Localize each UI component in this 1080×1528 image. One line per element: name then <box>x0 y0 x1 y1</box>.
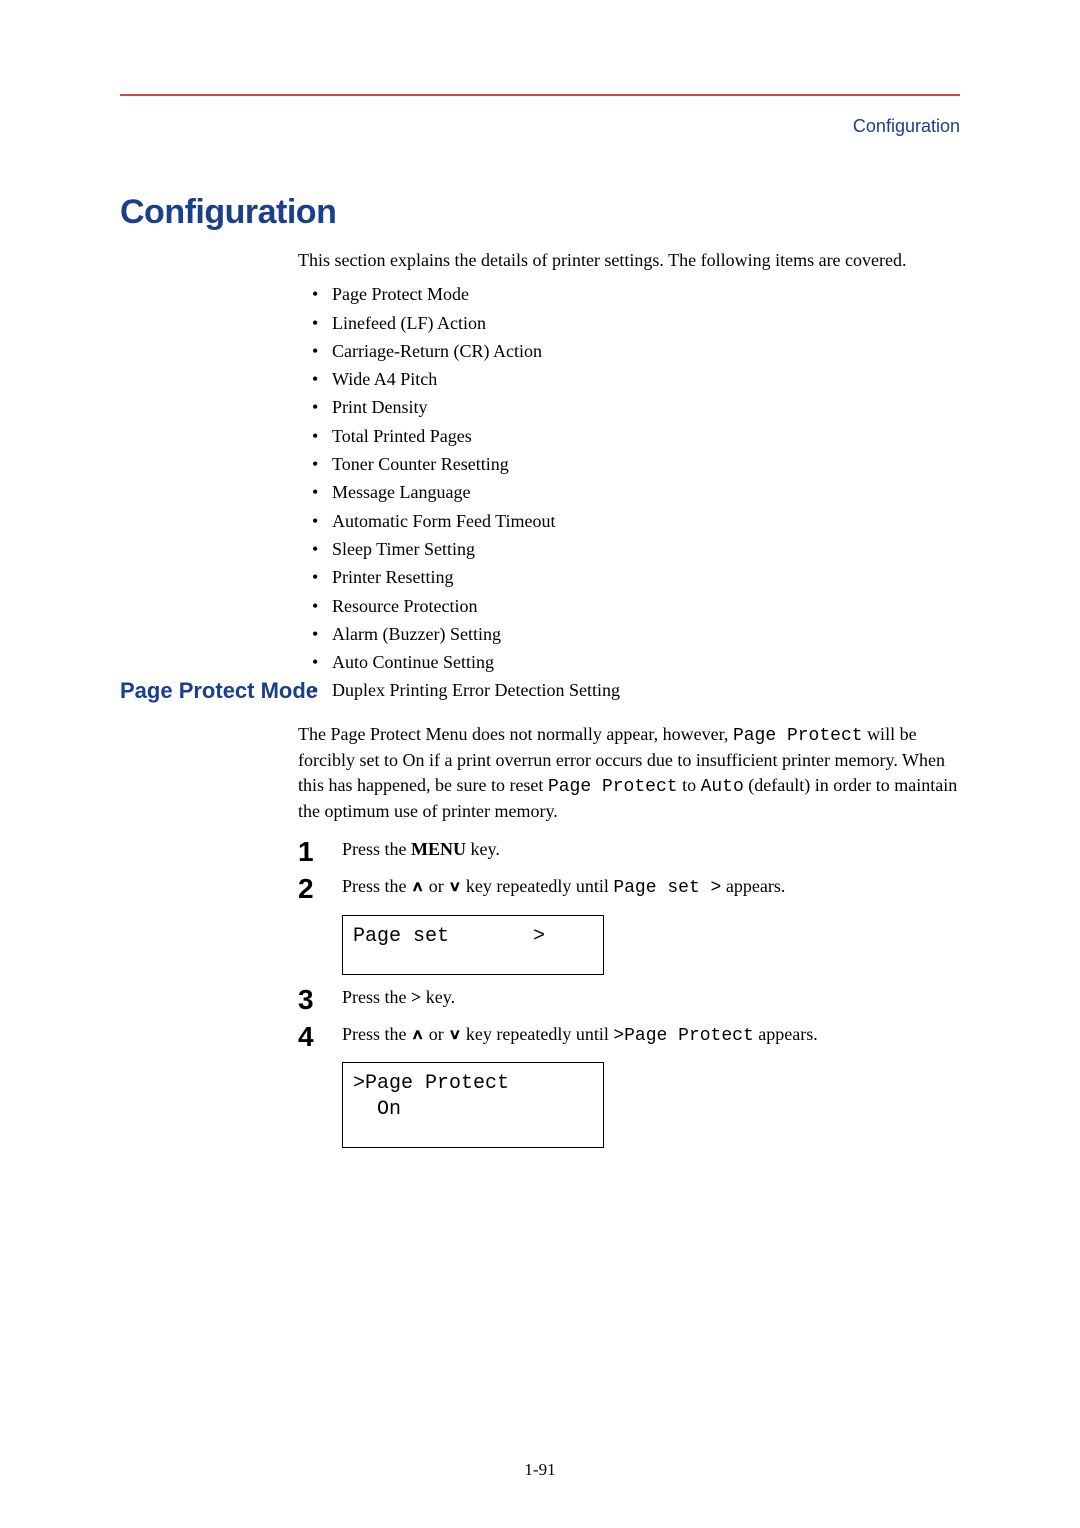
step: 1 Press the MENU key. <box>298 837 960 868</box>
bold-text: MENU <box>411 839 466 859</box>
mono-text: Auto <box>701 777 744 797</box>
step-number: 4 <box>298 1022 342 1053</box>
caret-down-icon: ∨ <box>448 876 461 895</box>
caret-up-icon: ∧ <box>411 876 424 895</box>
text: key repeatedly until <box>461 876 613 896</box>
list-item: Resource Protection <box>298 594 960 618</box>
text: to <box>678 775 701 795</box>
step-number: 2 <box>298 874 342 905</box>
text: key. <box>466 839 500 859</box>
list-item: Total Printed Pages <box>298 424 960 448</box>
list-item: Linefeed (LF) Action <box>298 311 960 335</box>
step-text: Press the ∧ or ∨ key repeatedly until >P… <box>342 1022 960 1048</box>
caret-up-icon: ∧ <box>411 1024 424 1043</box>
list-item: Carriage-Return (CR) Action <box>298 339 960 363</box>
page-number: 1-91 <box>0 1459 1080 1482</box>
page-title: Configuration <box>120 190 336 236</box>
mono-text: Page Protect <box>548 777 678 797</box>
section-body: The Page Protect Menu does not normally … <box>298 722 960 1158</box>
text: Press the <box>342 987 411 1007</box>
list-item: Duplex Printing Error Detection Setting <box>298 678 960 702</box>
mono-text: Page set > <box>613 878 721 898</box>
list-item: Automatic Form Feed Timeout <box>298 509 960 533</box>
text: key repeatedly until <box>461 1024 613 1044</box>
step-number: 1 <box>298 837 342 868</box>
step: 4 Press the ∧ or ∨ key repeatedly until … <box>298 1022 960 1053</box>
step-text: Press the ∧ or ∨ key repeatedly until Pa… <box>342 874 960 900</box>
list-item: Message Language <box>298 480 960 504</box>
running-head: Configuration <box>853 114 960 138</box>
list-item: Sleep Timer Setting <box>298 537 960 561</box>
list-item: Page Protect Mode <box>298 282 960 306</box>
step-text: Press the MENU key. <box>342 837 960 861</box>
caret-down-icon: ∨ <box>448 1024 461 1043</box>
text: Press the <box>342 1024 411 1044</box>
section-heading: Page Protect Mode <box>120 676 318 706</box>
lcd-display: >Page Protect On <box>342 1062 604 1148</box>
text: appears. <box>754 1024 818 1044</box>
section-paragraph: The Page Protect Menu does not normally … <box>298 722 960 823</box>
mono-text: Page Protect <box>733 726 863 746</box>
step: 2 Press the ∧ or ∨ key repeatedly until … <box>298 874 960 905</box>
header-rule <box>120 94 960 96</box>
steps: 1 Press the MENU key. 2 Press the ∧ or ∨… <box>298 837 960 1148</box>
bold-text: > <box>411 987 421 1007</box>
text: Press the <box>342 839 411 859</box>
topics-list: Page Protect Mode Linefeed (LF) Action C… <box>298 282 960 702</box>
list-item: Toner Counter Resetting <box>298 452 960 476</box>
text: appears. <box>721 876 785 896</box>
list-item: Printer Resetting <box>298 565 960 589</box>
step: 3 Press the > key. <box>298 985 960 1016</box>
text: The Page Protect Menu does not normally … <box>298 724 733 744</box>
text: key. <box>421 987 455 1007</box>
text: Press the <box>342 876 411 896</box>
text: or <box>424 876 448 896</box>
mono-text: >Page Protect <box>613 1026 753 1046</box>
step-number: 3 <box>298 985 342 1016</box>
list-item: Wide A4 Pitch <box>298 367 960 391</box>
intro-column: This section explains the details of pri… <box>298 248 960 707</box>
lcd-display: Page set > <box>342 915 604 975</box>
list-item: Alarm (Buzzer) Setting <box>298 622 960 646</box>
step-text: Press the > key. <box>342 985 960 1009</box>
list-item: Auto Continue Setting <box>298 650 960 674</box>
intro-paragraph: This section explains the details of pri… <box>298 248 960 272</box>
list-item: Print Density <box>298 395 960 419</box>
text: or <box>424 1024 448 1044</box>
